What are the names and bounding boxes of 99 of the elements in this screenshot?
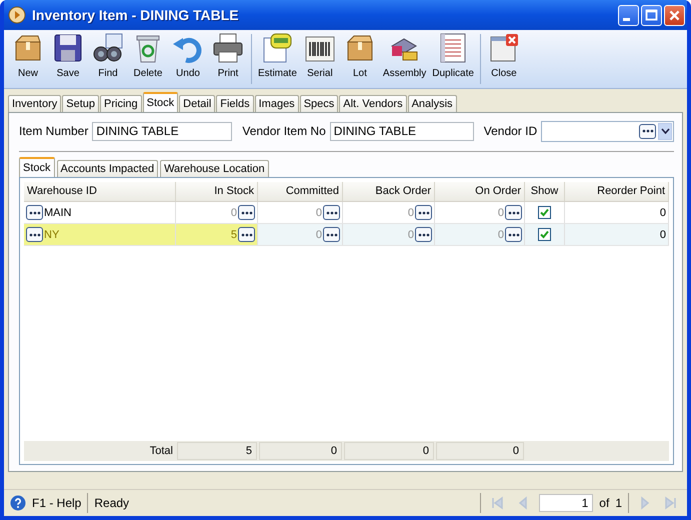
tab[interactable]: Stock	[19, 157, 55, 177]
minimize-button[interactable]	[618, 4, 639, 26]
cell-value: 0	[316, 206, 322, 218]
ellipsis-button[interactable]	[238, 205, 255, 220]
printer-icon	[212, 32, 244, 64]
toolbar-button[interactable]: Duplicate	[429, 30, 477, 88]
more-icon	[28, 232, 42, 238]
toolbar-button[interactable]: Print	[208, 30, 248, 88]
ellipsis-button[interactable]	[639, 124, 656, 138]
tab[interactable]: Analysis	[408, 95, 457, 112]
toolbar-button[interactable]: Lot	[340, 30, 380, 88]
tab[interactable]: Specs	[300, 95, 338, 112]
caret-icon	[660, 128, 670, 134]
toolbar-button[interactable]: New	[8, 30, 48, 88]
cell-value: 0	[498, 228, 504, 240]
cell-value: 0	[408, 228, 414, 240]
column-header: Show	[525, 182, 565, 201]
page-count: 1	[615, 496, 622, 510]
tab[interactable]: Inventory	[8, 95, 62, 112]
tab[interactable]: Setup	[62, 95, 99, 112]
combo-box[interactable]	[541, 120, 674, 142]
total-label: Total	[148, 445, 174, 457]
more-icon	[240, 210, 254, 216]
toolbar-button[interactable]: Undo	[168, 30, 208, 88]
total-cell: 5	[177, 442, 257, 460]
ellipsis-button[interactable]	[26, 205, 43, 220]
cell-value: MAIN	[44, 206, 72, 218]
more-icon	[640, 128, 654, 134]
column-header: Warehouse ID	[24, 182, 176, 201]
ellipsis-button[interactable]	[415, 227, 432, 242]
checkbox[interactable]	[538, 206, 551, 219]
tab[interactable]: Fields	[216, 95, 254, 112]
toolbar-button[interactable]: Save	[48, 30, 88, 88]
checkbox[interactable]	[538, 228, 551, 241]
cell-value: 0	[230, 206, 237, 218]
input-field[interactable]: DINING TABLE	[92, 122, 232, 140]
close-icon	[488, 32, 520, 64]
more-icon	[416, 232, 430, 238]
tab[interactable]: Warehouse Location	[160, 160, 269, 177]
cell-value: 0	[660, 206, 666, 218]
arrow-icon	[664, 496, 678, 510]
field-label: Vendor ID	[484, 124, 538, 138]
status-text: Ready	[94, 496, 130, 510]
column-header: Back Order	[343, 182, 435, 201]
cell-value: 0	[498, 206, 504, 218]
tab[interactable]: Detail	[179, 95, 216, 112]
cell-value: NY	[44, 228, 60, 240]
ellipsis-button[interactable]	[323, 227, 340, 242]
field-label: Vendor Item No	[242, 124, 326, 138]
of-label: of	[599, 496, 610, 510]
cell-value: 0	[316, 228, 322, 240]
more-icon	[240, 232, 254, 238]
maximize-button[interactable]	[641, 4, 662, 26]
toolbar-button[interactable]: Assembly	[380, 30, 430, 88]
column-header: Reorder Point	[565, 182, 669, 201]
more-icon	[506, 232, 520, 238]
cell-value: 0	[660, 228, 666, 240]
table-row[interactable]: NY 5 0 0 0 0	[24, 224, 669, 246]
column-header: On Order	[435, 182, 525, 201]
input-field[interactable]: DINING TABLE	[330, 122, 474, 140]
tab[interactable]: Stock	[142, 92, 178, 112]
toolbar-button[interactable]: Close	[484, 30, 524, 88]
field-label: Item Number	[19, 124, 88, 138]
app-icon	[8, 6, 26, 24]
ellipsis-button[interactable]	[323, 205, 340, 220]
window-title: Inventory Item - DINING TABLE	[32, 7, 240, 23]
column-header: Committed	[258, 182, 343, 201]
ellipsis-button[interactable]	[26, 227, 43, 242]
minimize-icon	[622, 18, 630, 20]
toolbar-button[interactable]: Find	[88, 30, 128, 88]
total-cell: 0	[259, 442, 342, 460]
arrow-icon	[490, 496, 504, 510]
help-icon	[10, 495, 26, 511]
ellipsis-button[interactable]	[505, 227, 522, 242]
column-header: In Stock	[176, 182, 258, 201]
total-cell: 0	[344, 442, 434, 460]
dropdown-button[interactable]	[658, 122, 672, 140]
more-icon	[416, 210, 430, 216]
tab[interactable]: Accounts Impacted	[56, 160, 158, 177]
tab[interactable]: Images	[254, 95, 299, 112]
more-icon	[324, 210, 338, 216]
toolbar-button[interactable]: Estimate	[255, 30, 300, 88]
more-icon	[324, 232, 338, 238]
page-field[interactable]: 1	[539, 494, 594, 512]
tab[interactable]: Alt. Vendors	[339, 95, 407, 112]
close-button[interactable]	[664, 4, 685, 26]
more-icon	[506, 210, 520, 216]
cell-value: 0	[408, 206, 414, 218]
cell-value: 5	[230, 228, 237, 240]
tab[interactable]: Pricing	[100, 95, 142, 112]
ellipsis-button[interactable]	[238, 227, 255, 242]
table-row[interactable]: MAIN 0 0 0 0 0	[24, 202, 669, 224]
ellipsis-button[interactable]	[415, 205, 432, 220]
total-cell: 0	[436, 442, 524, 460]
ellipsis-button[interactable]	[505, 205, 522, 220]
help-text: F1 - Help	[32, 496, 82, 510]
toolbar-button[interactable]: Delete	[128, 30, 168, 88]
more-icon	[28, 210, 42, 216]
toolbar-button[interactable]: Serial	[300, 30, 340, 88]
